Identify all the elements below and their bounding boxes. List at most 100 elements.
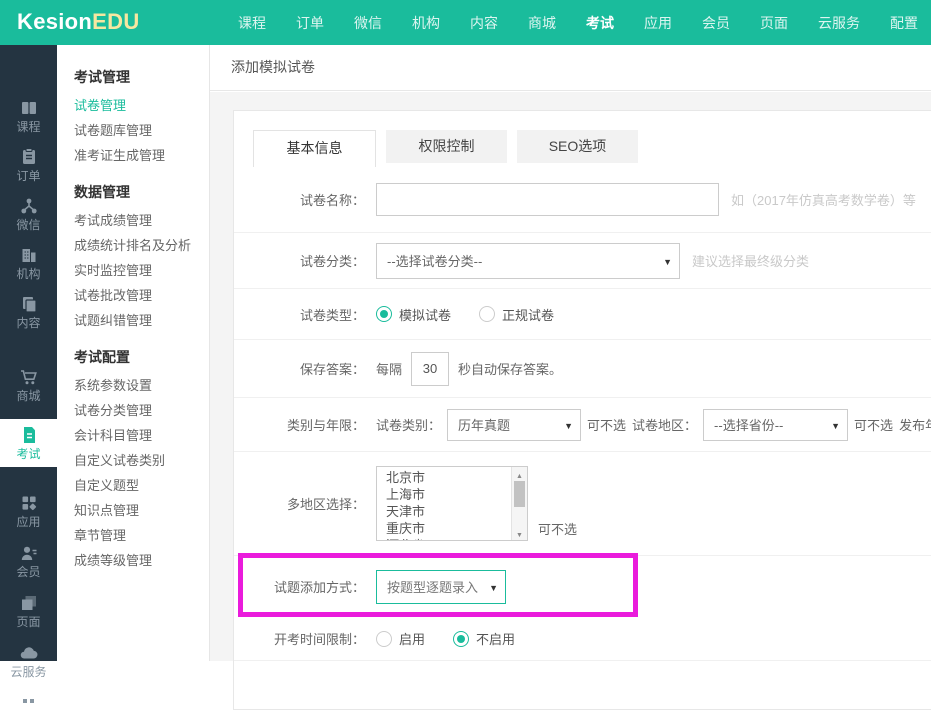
exam-time-limit-label: 开考时间限制：: [234, 629, 365, 648]
topnav-item-content[interactable]: 内容: [470, 13, 498, 33]
sidebar-item-exam-active[interactable]: 考试: [0, 419, 57, 467]
sidebar-label: 会员: [16, 566, 40, 578]
save-interval-input[interactable]: [411, 352, 449, 386]
tab-seo-options[interactable]: SEO选项: [517, 130, 638, 163]
topnav-item-wechat[interactable]: 微信: [354, 13, 382, 33]
menu-item-score-ranking[interactable]: 成绩统计排名及分析: [74, 233, 209, 258]
disable-radio[interactable]: [453, 631, 469, 647]
listbox-options: 北京市 上海市 天津市 重庆市 河北省: [377, 467, 527, 541]
question-add-mode-label: 试题添加方式：: [234, 577, 365, 596]
topnav-item-cloud[interactable]: 云服务: [818, 13, 860, 33]
paper-category-hint: 建议选择最终级分类: [692, 251, 809, 270]
multi-region-label: 多地区选择：: [234, 494, 365, 513]
paper-type-category-select[interactable]: 历年真题: [447, 409, 581, 441]
paper-category-selected-value: --选择试卷分类--: [387, 251, 482, 270]
topnav-item-exam[interactable]: 考试: [586, 13, 614, 33]
mock-paper-radio[interactable]: [376, 306, 392, 322]
listbox-scrollbar[interactable]: [511, 467, 527, 540]
topnav-item-config[interactable]: 配置: [890, 13, 918, 33]
sidebar-item-pages[interactable]: 页面: [0, 593, 57, 628]
save-answer-prefix: 每隔: [376, 359, 402, 378]
menu-item-knowledge-points[interactable]: 知识点管理: [74, 498, 209, 523]
sidebar-item-members[interactable]: 会员: [0, 543, 57, 578]
content-background: 基本信息 权限控制 SEO选项 试卷名称： 如（2017年仿真高考数学卷）等 试…: [210, 92, 931, 661]
enable-radio[interactable]: [376, 631, 392, 647]
topnav-item-mall[interactable]: 商城: [528, 13, 556, 33]
menu-section-data-management: 数据管理 考试成绩管理 成绩统计排名及分析 实时监控管理 试卷批改管理 试题纠错…: [74, 180, 209, 333]
formal-paper-radio-label: 正规试卷: [502, 305, 554, 324]
kesionedu-logo[interactable]: KesionEDU: [17, 9, 140, 35]
menu-item-system-params[interactable]: 系统参数设置: [74, 373, 209, 398]
menu-item-chapter-management[interactable]: 章节管理: [74, 523, 209, 548]
scroll-up-arrow-icon[interactable]: [512, 468, 527, 480]
menu-item-custom-question-type[interactable]: 自定义题型: [74, 473, 209, 498]
menu-item-custom-paper-type[interactable]: 自定义试卷类别: [74, 448, 209, 473]
clipboard-icon: [19, 147, 39, 167]
region-optional-note: 可不选: [854, 415, 893, 434]
listbox-option-chongqing[interactable]: 重庆市: [386, 520, 527, 537]
share-nodes-icon: [19, 196, 39, 216]
sidebar-label: 微信: [16, 219, 40, 231]
sidebar-item-institution[interactable]: 机构: [0, 245, 57, 280]
topnav-item-institution[interactable]: 机构: [412, 13, 440, 33]
page-title: 添加模拟试卷: [231, 59, 315, 75]
paper-name-input[interactable]: [376, 183, 719, 216]
listbox-option-shanghai[interactable]: 上海市: [386, 486, 527, 503]
question-add-mode-select[interactable]: 按题型逐题录入: [376, 570, 506, 604]
formal-paper-radio[interactable]: [479, 306, 495, 322]
menu-item-exam-scores[interactable]: 考试成绩管理: [74, 208, 209, 233]
menu-item-error-correction[interactable]: 试题纠错管理: [74, 308, 209, 333]
listbox-option-tianjin[interactable]: 天津市: [386, 503, 527, 520]
book-icon: [19, 98, 39, 118]
topnav-item-orders[interactable]: 订单: [296, 13, 324, 33]
menu-item-question-bank[interactable]: 试卷题库管理: [74, 118, 209, 143]
row-save-answer: 保存答案： 每隔 秒自动保存答案。: [234, 340, 931, 398]
menu-item-grade-levels[interactable]: 成绩等级管理: [74, 548, 209, 573]
topnav-item-members[interactable]: 会员: [702, 13, 730, 33]
listbox-option-beijing[interactable]: 北京市: [386, 469, 527, 486]
app-grid-icon: [19, 493, 39, 513]
copy-pages-icon: [19, 294, 39, 314]
sidebar-item-courses[interactable]: 课程: [0, 98, 57, 133]
topnav-item-courses[interactable]: 课程: [238, 13, 266, 33]
listbox-option-hebei[interactable]: 河北省: [386, 537, 527, 541]
tab-basic-info[interactable]: 基本信息: [253, 130, 376, 167]
sidebar-item-partial[interactable]: [0, 698, 57, 704]
menu-section-exam-config: 考试配置 系统参数设置 试卷分类管理 会计科目管理 自定义试卷类别 自定义题型 …: [74, 345, 209, 573]
topnav-item-pages[interactable]: 页面: [760, 13, 788, 33]
tab-permission-control[interactable]: 权限控制: [386, 130, 507, 163]
paper-region-sub-label: 试卷地区：: [632, 415, 697, 434]
logo-part1: Kesion: [17, 9, 92, 34]
menu-item-paper-grading[interactable]: 试卷批改管理: [74, 283, 209, 308]
radio-group-enable: 启用: [376, 629, 425, 648]
member-user-icon: [19, 543, 39, 563]
building-icon: [19, 245, 39, 265]
exam-document-icon: [19, 425, 39, 445]
scroll-down-arrow-icon[interactable]: [512, 527, 527, 539]
topnav-item-apps[interactable]: 应用: [644, 13, 672, 33]
paper-type-label: 试卷类型：: [234, 305, 365, 324]
menu-item-accounting-subject[interactable]: 会计科目管理: [74, 423, 209, 448]
sidebar-item-mall[interactable]: 商城: [0, 367, 57, 402]
category-year-label: 类别与年限：: [234, 415, 365, 434]
menu-item-paper-management[interactable]: 试卷管理: [74, 93, 209, 118]
scrollbar-thumb[interactable]: [514, 481, 525, 507]
paper-category-select[interactable]: --选择试卷分类--: [376, 243, 680, 279]
dropdown-caret-icon: [831, 417, 840, 432]
menu-item-realtime-monitor[interactable]: 实时监控管理: [74, 258, 209, 283]
sidebar-item-orders[interactable]: 订单: [0, 147, 57, 182]
menu-item-paper-category[interactable]: 试卷分类管理: [74, 398, 209, 423]
sidebar-item-content[interactable]: 内容: [0, 294, 57, 329]
breadcrumb: 添加模拟试卷: [210, 45, 931, 91]
sidebar-label: 商城: [16, 390, 40, 402]
menu-item-admission-ticket[interactable]: 准考证生成管理: [74, 143, 209, 168]
sidebar-item-apps[interactable]: 应用: [0, 493, 57, 528]
multi-region-listbox[interactable]: 北京市 上海市 天津市 重庆市 河北省: [376, 466, 528, 541]
sidebar-label: 课程: [16, 121, 40, 133]
sidebar-item-wechat[interactable]: 微信: [0, 196, 57, 231]
top-header-bar: KesionEDU 课程 订单 微信 机构 内容 商城 考试 应用 会员 页面 …: [0, 0, 931, 45]
save-answer-suffix: 秒自动保存答案。: [458, 359, 562, 378]
row-multi-region: 多地区选择： 北京市 上海市 天津市 重庆市 河北省: [234, 452, 931, 556]
form-panel: 基本信息 权限控制 SEO选项 试卷名称： 如（2017年仿真高考数学卷）等 试…: [233, 110, 931, 710]
province-select[interactable]: --选择省份--: [703, 409, 848, 441]
